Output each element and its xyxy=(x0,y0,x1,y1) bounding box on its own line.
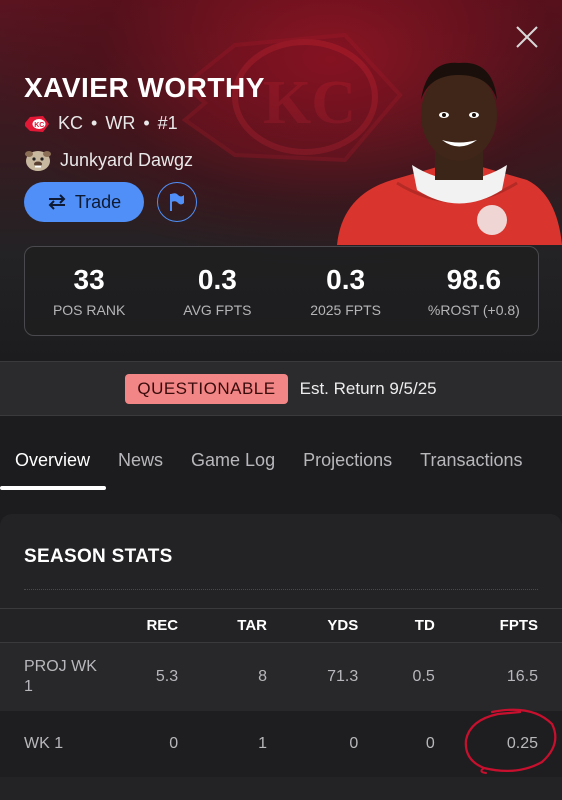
cell-rec: 5.3 xyxy=(110,642,203,711)
tab-transactions[interactable]: Transactions xyxy=(406,440,536,490)
position-rank: #1 xyxy=(157,113,178,133)
stat-value: 0.3 xyxy=(197,264,237,295)
tab-projections[interactable]: Projections xyxy=(289,440,406,490)
column-header: TAR xyxy=(202,608,292,643)
cell-yds: 71.3 xyxy=(291,642,383,711)
cell-td: 0 xyxy=(382,710,459,777)
row-label: PROJ WK 1 xyxy=(0,642,110,711)
stat-label: AVG FPTS xyxy=(183,302,252,318)
stat-label: 2025 FPTS xyxy=(310,302,382,318)
player-photo xyxy=(337,62,562,245)
stat-label: POS RANK xyxy=(52,302,126,318)
row-label: WK 1 xyxy=(0,710,110,777)
season-stats-table: REC TAR YDS TD FPTS PROJ WK 1 5.3 8 71.3… xyxy=(0,608,562,777)
cell-rec: 0 xyxy=(110,710,203,777)
column-header: REC xyxy=(110,608,203,643)
estimated-return: Est. Return 9/5/25 xyxy=(299,378,437,398)
separator-dot: • xyxy=(91,113,98,133)
player-name: XAVIER WORTHY xyxy=(24,72,265,103)
fantasy-team-name: Junkyard Dawgz xyxy=(60,149,194,170)
cell-td: 0.5 xyxy=(382,642,459,711)
status-badge: QUESTIONABLE xyxy=(125,373,288,404)
swap-arrows-icon xyxy=(48,194,66,210)
stat-pos-rank: 33 POS RANK xyxy=(25,247,153,335)
stat-rostered: 98.6 %ROST (+0.8) xyxy=(410,247,538,335)
position: WR xyxy=(105,113,136,133)
trade-button-label: Trade xyxy=(74,191,122,212)
team-abbr: KC xyxy=(58,113,84,133)
tab-news[interactable]: News xyxy=(104,440,177,490)
separator-dot: • xyxy=(143,113,150,133)
table-header-row: REC TAR YDS TD FPTS xyxy=(0,608,562,643)
fantasy-team[interactable]: Junkyard Dawgz xyxy=(24,148,193,172)
season-stats-card: SEASON STATS REC TAR YDS TD FPTS PROJ WK… xyxy=(0,514,562,800)
cell-tar: 1 xyxy=(202,710,292,777)
table-row: WK 1 0 1 0 0 0.25 xyxy=(0,710,562,777)
section-title: SEASON STATS xyxy=(24,546,173,567)
tab-game-log[interactable]: Game Log xyxy=(177,440,289,490)
stat-avg-fpts: 0.3 AVG FPTS xyxy=(153,247,281,335)
stat-label: %ROST (+0.8) xyxy=(427,302,520,318)
bulldog-avatar-icon xyxy=(25,151,51,171)
player-meta: KC KC • WR • #1 xyxy=(24,113,178,134)
column-header: TD xyxy=(382,608,459,643)
trade-button[interactable]: Trade xyxy=(24,182,144,222)
column-header: FPTS xyxy=(458,608,562,643)
cell-tar: 8 xyxy=(202,642,292,711)
stat-value: 33 xyxy=(73,264,105,295)
tab-bar: Overview News Game Log Projections Trans… xyxy=(0,440,562,490)
injury-status-bar: QUESTIONABLE Est. Return 9/5/25 xyxy=(0,361,562,416)
stat-value: 98.6 xyxy=(446,264,502,295)
divider xyxy=(24,589,538,590)
tab-overview[interactable]: Overview xyxy=(0,440,104,490)
flag-icon xyxy=(170,193,184,211)
cell-yds: 0 xyxy=(291,710,383,777)
stat-value: 0.3 xyxy=(326,264,366,295)
kc-logo-icon: KC xyxy=(25,115,49,132)
cell-fpts: 0.25 xyxy=(458,710,562,777)
stats-summary: 33 POS RANK 0.3 AVG FPTS 0.3 2025 FPTS 9… xyxy=(24,246,539,336)
cell-fpts: 16.5 xyxy=(458,642,562,711)
flag-button[interactable] xyxy=(157,182,197,222)
column-header xyxy=(0,608,110,643)
svg-text:KC: KC xyxy=(34,122,44,129)
active-tab-indicator xyxy=(0,486,106,490)
table-row: PROJ WK 1 5.3 8 71.3 0.5 16.5 xyxy=(0,642,562,711)
stat-season-fpts: 0.3 2025 FPTS xyxy=(282,247,410,335)
column-header: YDS xyxy=(291,608,383,643)
